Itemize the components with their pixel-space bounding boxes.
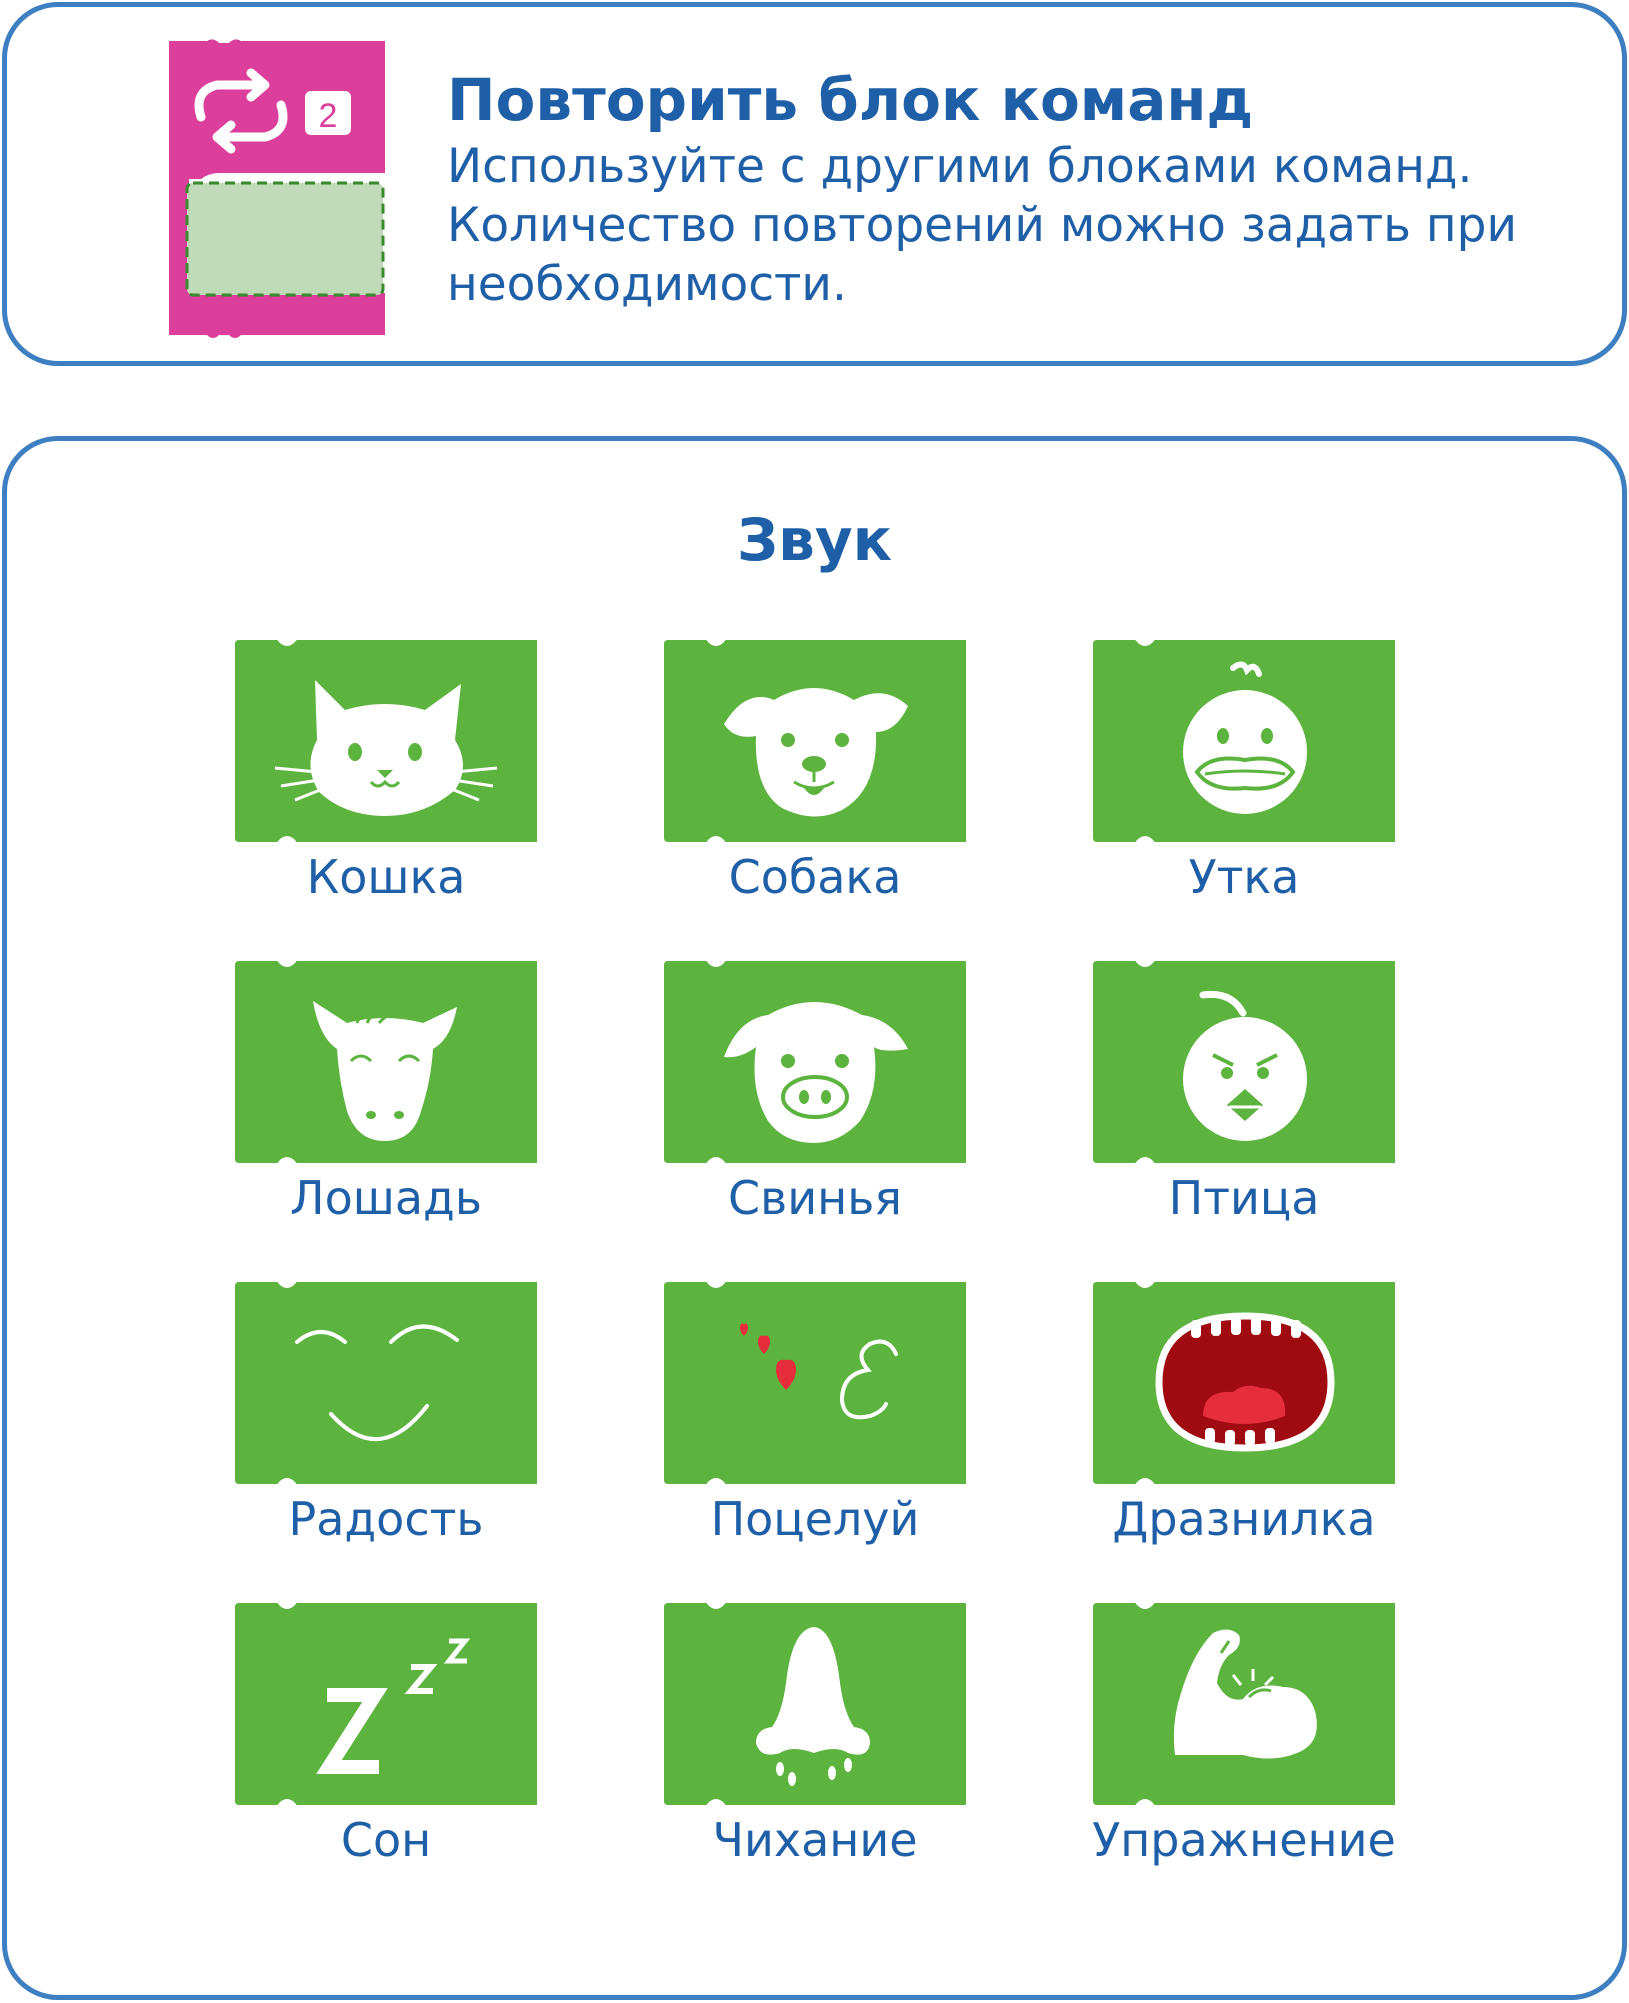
happy-face-icon [235, 1282, 537, 1484]
sound-tile-horse[interactable]: Лошадь [235, 961, 537, 1233]
cat-icon [235, 640, 537, 842]
sound-label: Свинья [728, 1171, 902, 1225]
sound-label: Упражнение [1092, 1813, 1396, 1867]
sound-tile-dog[interactable]: Собака [664, 640, 966, 912]
sleep-zzz-icon [235, 1603, 537, 1805]
pig-icon [664, 961, 966, 1163]
repeat-count: 2 [319, 97, 338, 135]
bird-icon [1093, 961, 1395, 1163]
sound-label: Лошадь [290, 1171, 482, 1225]
kiss-icon [664, 1282, 966, 1484]
sound-label: Чихание [712, 1813, 918, 1867]
sound-label: Поцелуй [710, 1492, 920, 1546]
repeat-description-line: Количество повторений можно задать при [447, 198, 1518, 253]
tease-mouth-icon [1093, 1282, 1395, 1484]
sound-tile-exercise[interactable]: Упражнение [1092, 1603, 1396, 1875]
flexed-arm-icon [1093, 1603, 1395, 1805]
sound-tile-cat[interactable]: Кошка [235, 640, 537, 912]
repeat-description-line: необходимости. [447, 257, 847, 312]
sound-label: Собака [728, 850, 902, 904]
sound-tile-bird[interactable]: Птица [1093, 961, 1395, 1233]
sound-section-title: Звук [736, 506, 893, 574]
sound-tile-happy[interactable]: Радость [235, 1282, 537, 1554]
sound-tile-sneeze[interactable]: Чихание [664, 1603, 966, 1875]
sound-label: Кошка [306, 850, 466, 904]
sound-label: Дразнилка [1112, 1492, 1376, 1546]
repeat-info-card: 2 Повторить блок команд Используйте с др… [2, 2, 1627, 366]
repeat-title: Повторить блок команд [447, 66, 1254, 134]
sneeze-nose-icon [664, 1603, 966, 1805]
sound-tile-pig[interactable]: Свинья [664, 961, 966, 1233]
sound-tile-kiss[interactable]: Поцелуй [664, 1282, 966, 1554]
sound-tile-tease[interactable]: Дразнилка [1093, 1282, 1395, 1554]
sound-tile-sleep[interactable]: Сон [235, 1603, 537, 1875]
horse-icon [235, 961, 537, 1163]
repeat-block-icon: 2 [169, 39, 385, 339]
dog-icon [664, 640, 966, 842]
sound-tile-duck[interactable]: Утка [1093, 640, 1395, 912]
repeat-description: Используйте с другими блоками команд. Ко… [447, 137, 1607, 314]
sound-label: Утка [1188, 850, 1300, 904]
repeat-description-line: Используйте с другими блоками команд. [447, 139, 1473, 194]
sound-label: Птица [1168, 1171, 1320, 1225]
sound-label: Сон [340, 1813, 432, 1867]
duck-icon [1093, 640, 1395, 842]
sound-label: Радость [288, 1492, 484, 1546]
